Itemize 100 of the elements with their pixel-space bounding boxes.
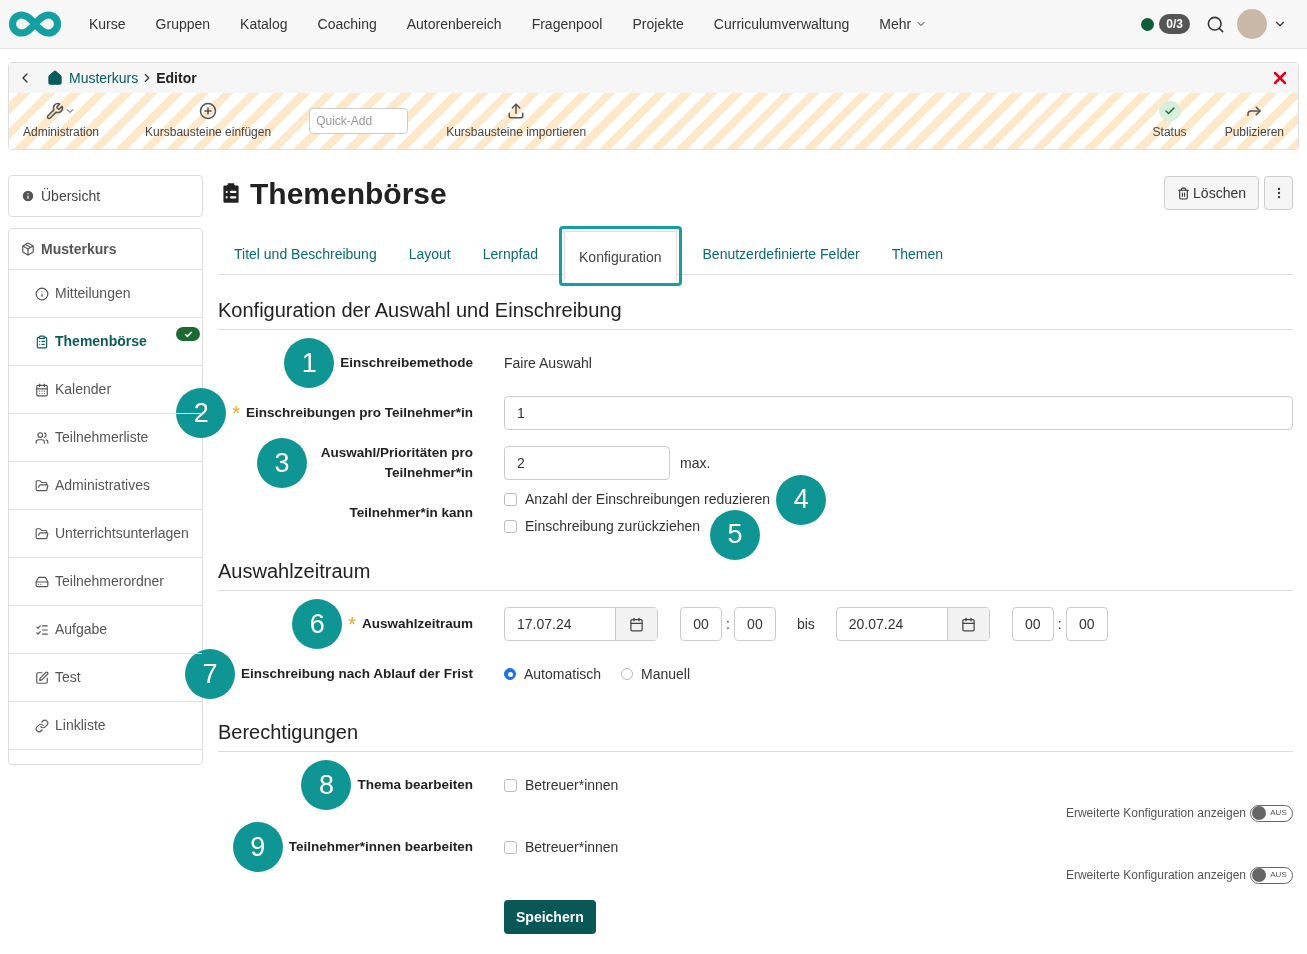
radio-button[interactable] xyxy=(504,668,516,680)
checkbox[interactable] xyxy=(504,778,517,792)
breadcrumb-item[interactable]: Musterkurs xyxy=(69,67,139,89)
node-icon xyxy=(35,526,49,541)
range-separator: bis xyxy=(795,614,816,634)
sidebar-item[interactable]: Unterrichtsunterlagen xyxy=(9,510,202,558)
nav-link[interactable]: Coaching xyxy=(302,13,392,35)
callout-number: 2 xyxy=(176,388,227,438)
time-separator: : xyxy=(1057,614,1062,634)
calendar-glyph xyxy=(629,616,644,632)
sidebar-item[interactable]: Administratives xyxy=(9,462,202,510)
checkbox[interactable] xyxy=(504,493,517,506)
sidebar-item[interactable]: Teilnehmerordner xyxy=(9,558,202,606)
minute-field[interactable]: 00 xyxy=(733,607,776,641)
toggle-switch[interactable]: AUS xyxy=(1250,804,1293,822)
sidebar-item[interactable]: Linkliste xyxy=(9,702,202,750)
tab[interactable]: Konfiguration xyxy=(564,231,677,281)
breadcrumb-item: Editor xyxy=(156,68,197,88)
checkbox[interactable] xyxy=(504,520,517,533)
field-label: Einschreibungen pro Teilnehmer*in xyxy=(245,404,473,422)
callout-number: 6 xyxy=(292,599,343,649)
field-label: Thema bearbeiten xyxy=(357,776,473,794)
number-field[interactable]: 1 xyxy=(504,396,1293,430)
required-mark: * xyxy=(348,614,356,634)
field-label: Einschreibemethode xyxy=(340,354,473,372)
nav-link[interactable]: Kurse xyxy=(74,13,141,35)
page-title: Themenbörse xyxy=(250,175,447,212)
hour-field[interactable]: 00 xyxy=(680,607,722,641)
callout-number: 8 xyxy=(301,760,352,810)
home-icon xyxy=(47,70,63,86)
checkbox-label: Betreuer*innen xyxy=(525,775,619,795)
section-heading: Auswahlzeitraum xyxy=(218,556,1293,591)
callout-number: 3 xyxy=(257,438,307,488)
notification-count[interactable]: 0/3 xyxy=(1159,14,1190,34)
node-icon xyxy=(35,430,49,445)
calendar-icon[interactable] xyxy=(615,608,657,640)
sidebar-item[interactable]: Übersicht xyxy=(8,175,203,217)
toolbar-button[interactable]: Kursbausteine einfügen xyxy=(137,101,280,141)
sidebar-item[interactable]: Mitteilungen xyxy=(9,270,202,318)
node-icon xyxy=(35,334,49,349)
field-label: Auswahlzeitraum xyxy=(361,615,473,633)
nav-link[interactable]: Gruppen xyxy=(140,13,226,35)
done-badge xyxy=(176,327,200,341)
nav-link[interactable]: Projekte xyxy=(617,13,699,35)
field-label: Teilnehmer*in kann xyxy=(349,504,473,522)
checkbox[interactable] xyxy=(504,840,517,854)
save-button[interactable]: Speichern xyxy=(504,900,596,934)
search-icon[interactable] xyxy=(1206,14,1225,34)
radio-button[interactable] xyxy=(621,668,634,680)
sidebar-item[interactable]: Aufgabe xyxy=(9,606,202,654)
trash-icon xyxy=(1177,186,1191,200)
callout-number: 7 xyxy=(184,649,235,699)
sidebar-item[interactable]: Themenbörse xyxy=(9,318,202,366)
toolbar-button[interactable]: Publizieren xyxy=(1216,101,1292,141)
checkbox-label: Betreuer*innen xyxy=(525,837,619,857)
delete-button[interactable]: Löschen xyxy=(1164,176,1259,210)
section-heading: Berechtigungen xyxy=(218,717,1293,752)
callout-number: 4 xyxy=(776,474,827,525)
field-value: Faire Auswahl xyxy=(504,353,592,373)
tab[interactable]: Layout xyxy=(392,234,467,274)
field-label: Einschreibung nach Ablauf der Frist xyxy=(240,665,473,683)
cube-icon xyxy=(21,242,35,256)
node-icon xyxy=(35,478,49,493)
calendar-icon[interactable] xyxy=(946,608,989,640)
tab[interactable]: Themen xyxy=(875,234,960,274)
required-mark: * xyxy=(232,403,240,423)
status-button[interactable]: Status xyxy=(1152,101,1187,141)
callout-number: 9 xyxy=(232,822,283,872)
tab[interactable]: Titel und Beschreibung xyxy=(218,234,393,274)
toolbar-button[interactable]: Kursbausteine importieren xyxy=(438,101,595,141)
node-icon xyxy=(35,286,49,301)
node-icon xyxy=(35,622,49,637)
sidebar-item[interactable]: Musterkurs xyxy=(9,229,202,270)
tab[interactable]: Benutzerdefinierte Felder xyxy=(686,234,876,274)
node-icon xyxy=(35,670,49,685)
number-field[interactable]: 2 xyxy=(504,446,670,480)
time-separator: : xyxy=(726,614,730,634)
toolbar-icon xyxy=(46,102,64,120)
hour-field[interactable]: 00 xyxy=(1011,607,1054,641)
node-icon xyxy=(35,574,49,589)
avatar[interactable] xyxy=(1237,9,1267,39)
field-label: Auswahl/Prioritäten pro Teilnehmer*in xyxy=(319,444,473,482)
callout-number: 5 xyxy=(710,509,761,560)
date-field[interactable]: 20.07.24 xyxy=(835,607,990,641)
section-heading: Konfiguration der Auswahl und Einschreibung xyxy=(218,295,1293,330)
nav-link[interactable]: Katalog xyxy=(225,13,303,35)
date-field[interactable]: 17.07.24 xyxy=(504,607,658,641)
minute-field[interactable]: 00 xyxy=(1065,607,1108,641)
node-icon xyxy=(35,718,49,733)
more-menu[interactable]: Mehr xyxy=(864,13,943,35)
nav-link[interactable]: Fragenpool xyxy=(516,13,618,35)
checkbox-label: Anzahl der Einschreibungen reduzieren xyxy=(525,490,771,509)
nav-link[interactable]: Autorenbereich xyxy=(391,13,517,35)
toggle-switch[interactable]: AUS xyxy=(1250,866,1293,884)
toolbar-button[interactable]: Administration xyxy=(15,101,108,141)
radio-label: Manuell xyxy=(641,664,691,684)
tab[interactable]: Lernpfad xyxy=(466,234,554,274)
info-icon xyxy=(21,189,35,203)
field-suffix: max. xyxy=(680,453,711,473)
nav-link[interactable]: Curriculumverwaltung xyxy=(698,13,865,35)
